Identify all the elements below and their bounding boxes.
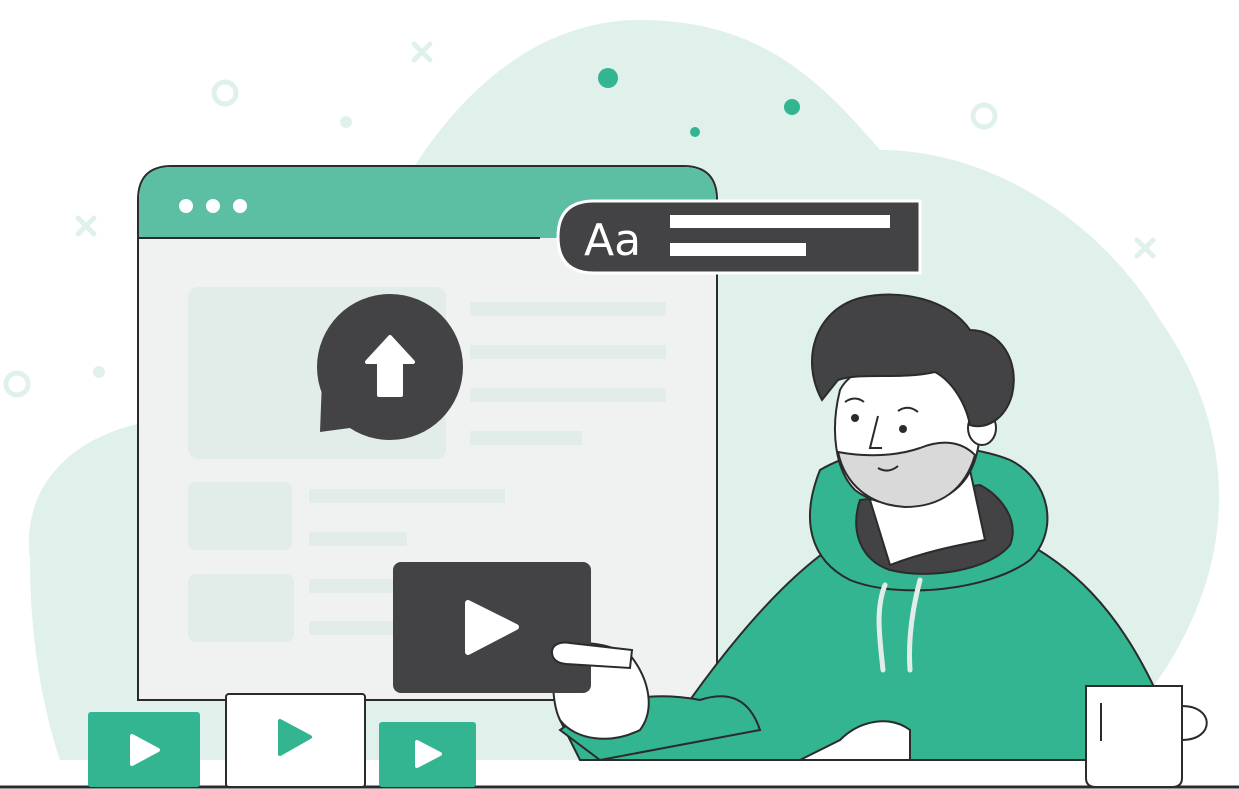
- video-card: [393, 562, 591, 693]
- text-line-placeholder: [470, 345, 666, 359]
- text-line-placeholder: [309, 489, 505, 503]
- illustration-stage: Aa: [0, 0, 1239, 789]
- decor-cross: [1134, 237, 1156, 259]
- decor-dot: [598, 68, 618, 88]
- font-badge: Aa: [556, 199, 922, 275]
- font-badge-line: [670, 243, 806, 256]
- decor-dot: [340, 116, 352, 128]
- decor-dot: [690, 127, 700, 137]
- eye: [851, 414, 859, 422]
- eye: [899, 425, 907, 433]
- font-badge-label: Aa: [584, 215, 641, 266]
- decor-cross: [75, 215, 97, 237]
- thumb-placeholder: [188, 482, 292, 550]
- decor-dot: [784, 99, 800, 115]
- decor-cross: [411, 41, 433, 63]
- thumb-placeholder: [188, 574, 294, 642]
- window-dot: [206, 199, 220, 213]
- font-badge-line: [670, 215, 890, 228]
- window-controls: [179, 199, 247, 213]
- text-line-placeholder: [309, 532, 407, 546]
- decor-ring: [211, 79, 239, 107]
- upload-bubble: [317, 294, 463, 440]
- decor-ring: [3, 370, 31, 398]
- decor-dot: [93, 366, 105, 378]
- window-dot: [233, 199, 247, 213]
- text-line-placeholder: [470, 388, 666, 402]
- video-editing-illustration: Aa: [0, 20, 1239, 789]
- window-dot: [179, 199, 193, 213]
- text-line-placeholder: [470, 302, 666, 316]
- text-line-placeholder: [470, 431, 582, 445]
- decor-dot: [1026, 263, 1038, 275]
- decor-ring: [970, 102, 998, 130]
- coffee-mug: [1085, 685, 1208, 788]
